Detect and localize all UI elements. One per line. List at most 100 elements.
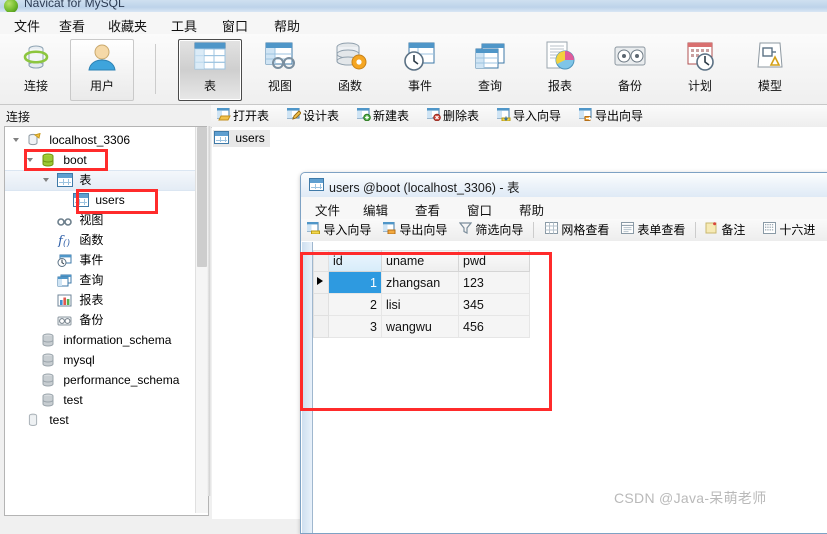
watermark: CSDN @Java-呆萌老师 [614,490,767,506]
chevron-down-icon[interactable] [43,178,49,185]
tree-node-boot[interactable]: boot [27,151,87,170]
subtoolbar-button-import-wizard[interactable]: 导入向导 [496,107,561,126]
tree-node-backups[interactable]: 备份 [57,311,103,330]
tree-node-users[interactable]: users [73,191,125,210]
export-wizard-icon [578,107,593,126]
column-header-uname[interactable]: uname [381,250,459,272]
table-icon [73,193,89,207]
connection-icon [5,40,67,78]
cell-uname[interactable]: lisi [381,293,459,316]
toolbar-button-table[interactable]: 表 [178,39,242,101]
child-menu-item-file[interactable]: 文件 [315,200,340,219]
toolbar-button-query[interactable]: 查询 [458,39,522,101]
column-header-pwd[interactable]: pwd [458,250,530,272]
data-grid[interactable]: id uname pwd 1 zhangsan 123 2 lisi 345 3… [313,250,530,338]
subtoolbar-button-open-table[interactable]: 打开表 [216,107,269,125]
toolbar-button-user[interactable]: 用户 [70,39,134,101]
tree-node-test-connection[interactable]: test [27,411,69,430]
toolbar-button-backup[interactable]: 备份 [598,39,662,101]
child-window-titlebar[interactable]: users @boot (localhost_3306) - 表 [301,173,827,198]
cell-uname[interactable]: wangwu [381,315,459,338]
subtoolbar-button-export-wizard[interactable]: 导出向导 [578,107,643,126]
tree-node-performance-schema[interactable]: performance_schema [41,371,179,390]
menu-item-file[interactable]: 文件 [10,15,44,36]
cell-uname[interactable]: zhangsan [381,271,459,294]
import-wizard-icon [496,107,511,126]
tree-node-events[interactable]: 事件 [57,251,103,270]
toolbar-button-model[interactable]: 模型 [738,39,802,101]
child-menu-item-view[interactable]: 查看 [415,200,440,219]
toolbar-button-report[interactable]: 报表 [528,39,592,101]
chevron-down-icon[interactable] [27,158,33,165]
tree-label-mysql: mysql [63,353,95,367]
design-table-icon [286,107,302,126]
database-icon [41,393,57,407]
tree-node-reports[interactable]: 报表 [57,291,103,310]
model-icon [739,40,801,78]
toolbar-label-report: 报表 [547,79,572,93]
tree-node-test-db[interactable]: test [41,391,83,410]
subtoolbar-button-design-table[interactable]: 设计表 [286,107,339,126]
toolbar-button-event[interactable]: 事件 [388,39,452,101]
tree-node-functions[interactable]: f () 函数 [57,231,103,250]
table-data-window[interactable]: users @boot (localhost_3306) - 表 文件 编辑 查… [300,172,827,534]
subtoolbar-label-new-table: 新建表 [373,109,410,123]
cell-id[interactable]: 3 [328,315,382,338]
toolbar-button-schedule[interactable]: 计划 [668,39,732,101]
cell-id[interactable]: 2 [328,293,382,316]
table-row[interactable]: 1 zhangsan 123 [313,271,530,294]
toolbar-label-schedule: 计划 [687,79,712,93]
tree-node-localhost-3306[interactable]: localhost_3306 [13,131,130,150]
query-icon [459,40,521,78]
child-toolbar-button-import-wizard[interactable]: 导入向导 [306,221,371,239]
caret-right-icon [317,277,323,285]
cell-pwd[interactable]: 345 [458,293,530,316]
child-menu-item-edit[interactable]: 编辑 [363,200,388,219]
tree-scrollbar-thumb[interactable] [197,127,207,267]
table-folder-icon [57,173,73,187]
tree-label-information-schema: information_schema [63,333,172,347]
child-toolbar-button-filter-wizard[interactable]: 筛选向导 [458,221,523,239]
menu-item-view[interactable]: 查看 [55,15,89,36]
cell-pwd[interactable]: 123 [458,271,530,294]
child-toolbar-button-memo[interactable]: 备注 [705,221,745,239]
cell-id[interactable]: 1 [328,271,382,294]
tree-node-queries[interactable]: 查询 [57,271,103,290]
subtoolbar-button-new-table[interactable]: 新建表 [356,107,410,125]
menu-item-help[interactable]: 帮助 [270,15,304,36]
toolbar-button-view[interactable]: 视图 [248,39,312,101]
child-toolbar-button-form-view[interactable]: 表单查看 [621,221,685,239]
delete-table-icon [426,107,441,126]
tree-node-views[interactable]: 视图 [57,211,103,230]
toolbar-button-function[interactable]: 函数 [318,39,382,101]
child-toolbar-button-grid-view[interactable]: 网格查看 [545,221,609,239]
menu-item-tools[interactable]: 工具 [167,15,201,36]
child-toolbar-button-export-wizard[interactable]: 导出向导 [382,221,447,239]
child-menu-item-window[interactable]: 窗口 [467,200,492,219]
child-menu-item-help[interactable]: 帮助 [519,200,544,219]
object-toolbar: 打开表 设计表 新建表 删除表 导入向导 导出向导 [211,105,827,128]
chevron-down-icon[interactable] [13,138,19,145]
view-folder-icon [57,214,73,228]
database-open-icon [41,153,57,167]
splitter-grip[interactable] [208,126,211,496]
filter-wizard-icon [458,222,475,237]
tree-node-information-schema[interactable]: information_schema [41,331,171,350]
subtoolbar-button-delete-table[interactable]: 删除表 [426,107,479,126]
query-folder-icon [57,274,73,288]
child-toolbar-label-memo: 备注 [721,223,746,237]
menu-item-window[interactable]: 窗口 [218,15,252,36]
toolbar-button-connection[interactable]: 连接 [4,39,68,101]
table-row[interactable]: 3 wangwu 456 [313,315,530,338]
menu-item-favorites[interactable]: 收藏夹 [104,15,151,36]
child-toolbar-label-form-view: 表单查看 [637,223,686,237]
backup-icon [599,40,661,78]
tree-node-mysql[interactable]: mysql [41,351,95,370]
column-header-id[interactable]: id [328,250,382,272]
object-list-item-users[interactable]: users [213,130,270,147]
child-toolbar-button-hex[interactable]: 十六进 [763,221,815,239]
connection-tree[interactable]: localhost_3306 boot 表 users 视图 f () 函数 事… [4,126,209,516]
table-row[interactable]: 2 lisi 345 [313,293,530,316]
cell-pwd[interactable]: 456 [458,315,530,338]
tree-node-tables[interactable]: 表 [43,171,91,190]
